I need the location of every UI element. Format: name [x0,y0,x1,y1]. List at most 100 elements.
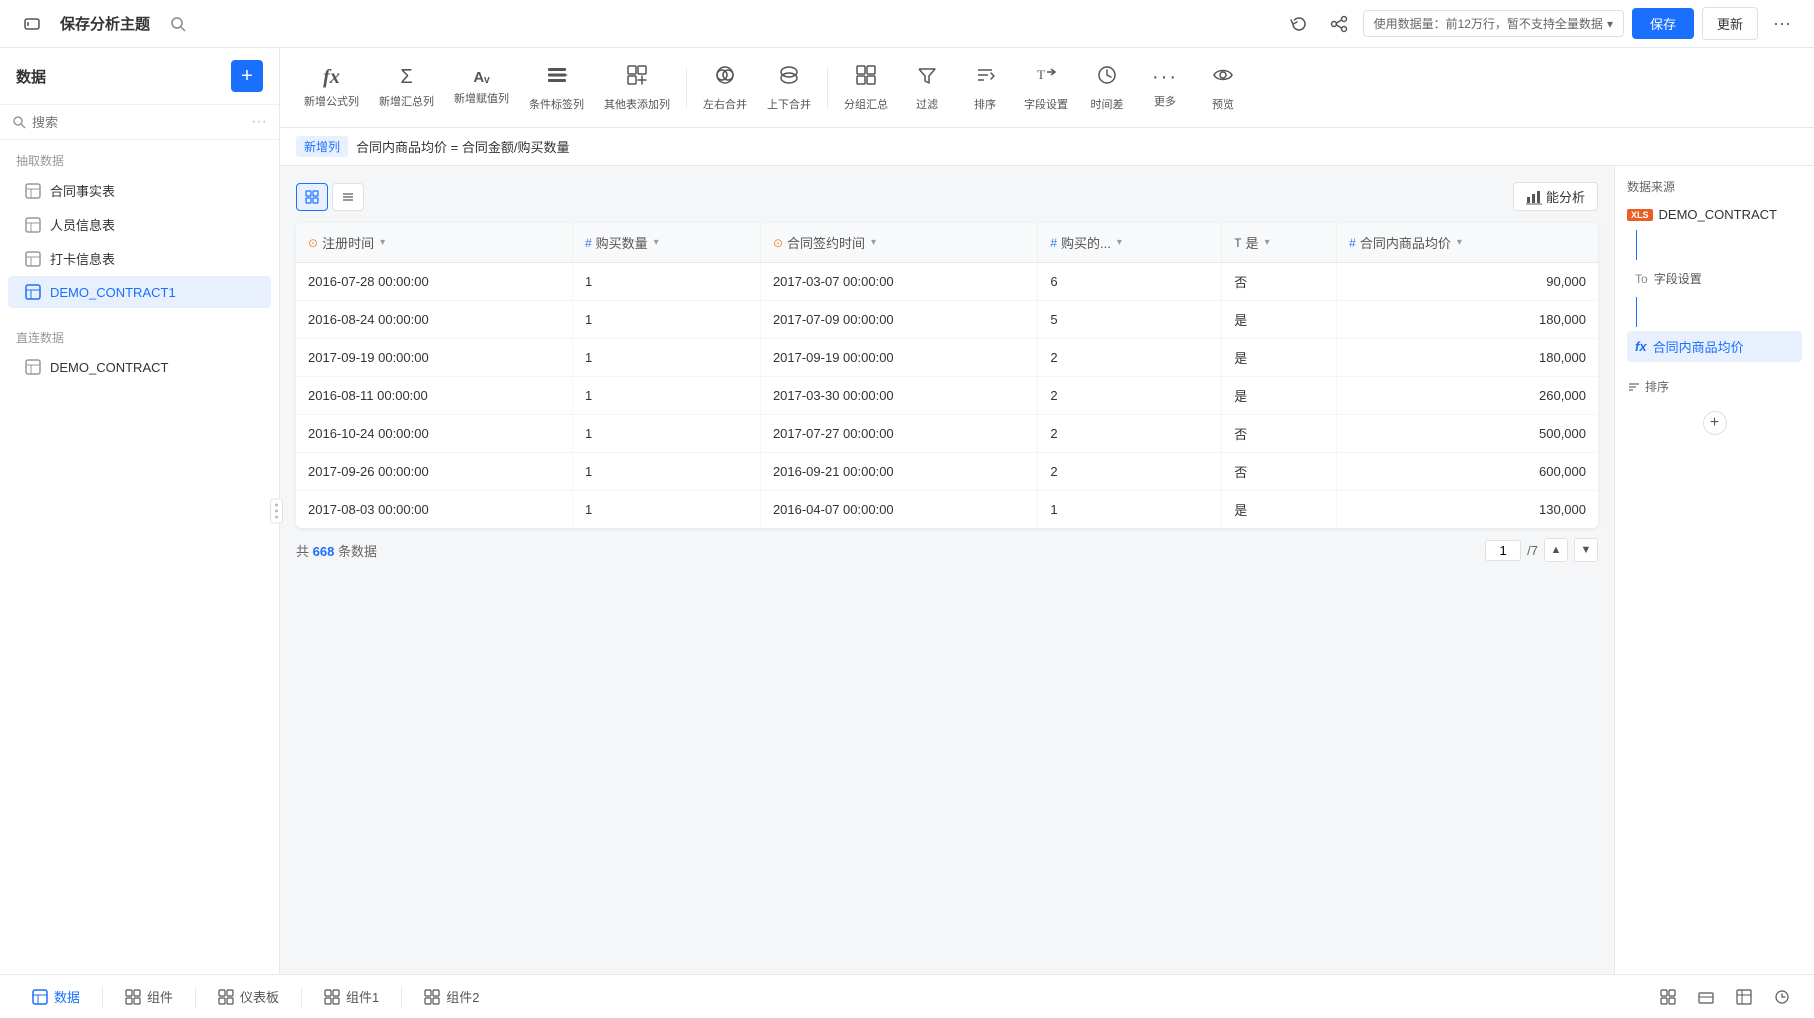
cell-sign-time: 2017-03-30 00:00:00 [760,377,1037,415]
th-dropdown-icon[interactable]: ▾ [1117,237,1122,248]
refresh-button[interactable] [1283,8,1315,40]
rp-connector-line2 [1636,297,1637,327]
th-avg-price[interactable]: # 合同内商品均价 ▾ [1337,223,1598,263]
bottom-tab-data[interactable]: 数据 [16,981,96,1012]
field-settings-icon: T [1035,64,1057,92]
list-view-button[interactable] [332,183,364,211]
cell-sign-time: 2016-09-21 00:00:00 [760,453,1037,491]
th-bought[interactable]: # 购买的... ▾ [1038,223,1222,263]
grid-view-button[interactable] [296,183,328,211]
toolbar-filter[interactable]: 过滤 [900,58,954,118]
toolbar-other-add[interactable]: 其他表添加列 [596,58,678,118]
bottom-divider [401,987,402,1007]
pagination-controls: /7 ▲ ▼ [1485,538,1598,562]
toolbar-tb-merge[interactable]: 上下合并 [759,58,819,118]
cell-avg-price: 260,000 [1337,377,1598,415]
toolbar-preview[interactable]: 预览 [1196,58,1250,118]
cell-is: 否 [1222,415,1337,453]
toolbar-lr-merge[interactable]: 左右合并 [695,58,755,118]
th-sign-time[interactable]: ⊙ 合同签约时间 ▾ [760,223,1037,263]
th-dropdown-icon[interactable]: ▾ [1265,237,1270,248]
cell-buy-qty: 1 [572,339,760,377]
bottom-tab-dashboard[interactable]: 仪表板 [202,981,295,1012]
sidebar-item-contract-fact[interactable]: 合同事实表 [8,174,271,207]
cell-is: 是 [1222,491,1337,529]
save-button[interactable]: 保存 [1632,8,1694,39]
top-bar-right: 使用数据量：前12万行，暂不支持全量数据 ▾ 保存 更新 ··· [1283,7,1798,40]
sidebar-resize-handle[interactable] [270,499,283,524]
bottom-action-2[interactable] [1690,981,1722,1013]
table-icon [24,216,42,234]
tab-label: 组件2 [446,987,479,1006]
back-button[interactable] [16,8,48,40]
cell-reg-time: 2016-08-24 00:00:00 [296,301,572,339]
toolbar-group-agg[interactable]: 分组汇总 [836,58,896,118]
sidebar: 数据 + ··· 抽取数据 合同事实表 [0,48,280,974]
bottom-action-1[interactable] [1652,981,1684,1013]
bottom-right-actions [1652,981,1798,1013]
th-dropdown-icon[interactable]: ▾ [380,237,385,248]
toolbar-condition-tag[interactable]: 条件标签列 [521,58,592,118]
page-down-button[interactable]: ▼ [1574,538,1598,562]
cell-bought: 2 [1038,339,1222,377]
toolbar-value-col[interactable]: Aᵥ 新增赋值列 [446,63,517,112]
toolbar-time-diff[interactable]: 时间差 [1080,58,1134,118]
cell-buy-qty: 1 [572,415,760,453]
bottom-tab-component1[interactable]: 组件1 [308,981,395,1012]
data-usage-badge[interactable]: 使用数据量：前12万行，暂不支持全量数据 ▾ [1363,10,1624,37]
dashboard-tab-icon [218,989,234,1005]
toolbar-item-label: 新增汇总列 [379,93,434,109]
th-buy-qty[interactable]: # 购买数量 ▾ [572,223,760,263]
svg-text:T: T [1037,67,1045,82]
rp-formula-field[interactable]: fx 合同内商品均价 [1627,331,1802,362]
bottom-tab-component2[interactable]: 组件2 [408,981,495,1012]
rp-sort-title: 排序 [1627,378,1802,395]
flow-button[interactable] [1323,8,1355,40]
add-data-button[interactable]: + [231,60,263,92]
th-dropdown-icon[interactable]: ▾ [871,237,876,248]
cell-reg-time: 2017-09-26 00:00:00 [296,453,572,491]
value-icon: Aᵥ [473,69,489,86]
sort-icon [1627,380,1641,394]
main-area: 数据 + ··· 抽取数据 合同事实表 [0,48,1814,974]
search-title-button[interactable] [162,8,194,40]
right-panel: 数据来源 XLS DEMO_CONTRACT To 字段设置 fx 合同内商品均… [1614,166,1814,974]
sidebar-item-personnel[interactable]: 人员信息表 [8,208,271,241]
cell-buy-qty: 1 [572,377,760,415]
num-type-icon: # [1050,236,1057,250]
bottom-action-4[interactable] [1766,981,1798,1013]
direct-data-section: 直连数据 DEMO_CONTRACT [0,317,279,392]
more-button[interactable]: ··· [1766,8,1798,40]
table-row: 2017-09-19 00:00:00 1 2017-09-19 00:00:0… [296,339,1598,377]
toolbar-more[interactable]: ··· 更多 [1138,60,1192,115]
formula-text: 合同内商品均价 = 合同金额/购买数量 [356,137,569,156]
data-tab-icon [32,989,48,1005]
th-label: 合同签约时间 [787,233,865,252]
search-input[interactable] [32,115,245,130]
sidebar-item-demo-contract[interactable]: DEMO_CONTRACT [8,351,271,383]
toolbar-formula-col[interactable]: fx 新增公式列 [296,60,367,115]
toolbar-item-label: 字段设置 [1024,96,1068,112]
analysis-button[interactable]: 能分析 [1513,182,1598,211]
bottom-tab-component[interactable]: 组件 [109,981,189,1012]
rp-datasource: XLS DEMO_CONTRACT [1627,207,1802,222]
bottom-action-3[interactable] [1728,981,1760,1013]
th-dropdown-icon[interactable]: ▾ [654,237,659,248]
toolbar-field-settings[interactable]: T 字段设置 [1016,58,1076,118]
th-dropdown-icon[interactable]: ▾ [1457,237,1462,248]
cell-is: 否 [1222,453,1337,491]
page-input[interactable] [1485,540,1521,561]
toolbar-agg-col[interactable]: Σ 新增汇总列 [371,60,442,115]
th-is[interactable]: T 是 ▾ [1222,223,1337,263]
page-up-button[interactable]: ▲ [1544,538,1568,562]
toolbar-sort[interactable]: 排序 [958,58,1012,118]
sidebar-item-demo-contract1[interactable]: DEMO_CONTRACT1 [8,276,271,308]
th-reg-time[interactable]: ⊙ 注册时间 ▾ [296,223,572,263]
sigma-icon: Σ [400,66,412,89]
pagination-bar: 共 668 条数据 /7 ▲ ▼ [296,538,1598,562]
sidebar-item-label: 打卡信息表 [50,249,115,268]
sidebar-item-checkin[interactable]: 打卡信息表 [8,242,271,275]
update-button[interactable]: 更新 [1702,7,1758,40]
toolbar-item-label: 左右合并 [703,96,747,112]
rp-add-button[interactable]: + [1703,411,1727,435]
